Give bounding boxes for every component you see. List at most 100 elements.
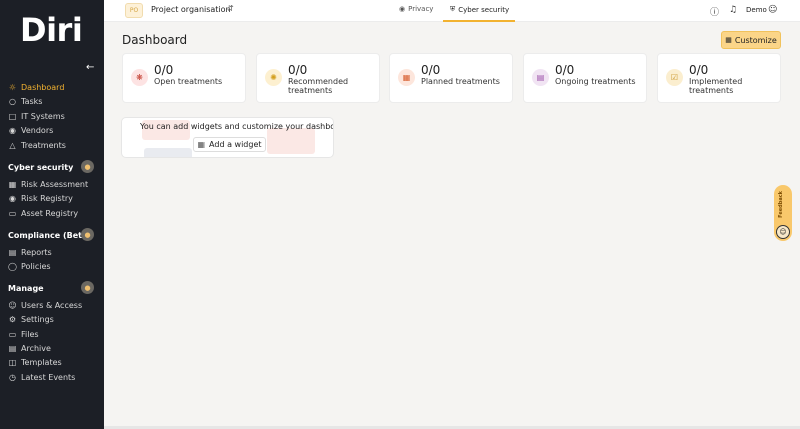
stat-label: Ongoing treatments — [555, 77, 636, 86]
grid-icon: ▦ — [725, 36, 732, 44]
org-avatar: PO — [125, 3, 143, 18]
stat-label: Implemented treatments — [689, 77, 743, 95]
stat-card-planned-treatments[interactable]: ▦ 0/0 Planned treatments — [389, 53, 513, 103]
widget-hint-text: You can add widgets and customize your d… — [140, 122, 334, 131]
stat-card-recommended-treatments[interactable]: ✺ 0/0 Recommended treatments — [256, 53, 380, 103]
users-icon: ☺ — [8, 300, 17, 310]
clock-icon: ◷ — [9, 372, 16, 382]
smiley-icon: ☺ — [776, 225, 790, 239]
folder-icon: ▭ — [8, 329, 17, 339]
stat-value: 0/0 — [154, 63, 174, 77]
sidebar-item-label: Reports — [21, 247, 52, 257]
tab-label: Privacy — [408, 5, 434, 13]
sidebar-item-vendors[interactable]: ◉ Vendors — [8, 123, 53, 137]
stat-value: 0/0 — [555, 63, 575, 77]
top-bar: PO Project organisation ⇵ ◉ Privacy ⛨ Cy… — [104, 0, 800, 22]
customize-button[interactable]: ▦ Customize — [721, 31, 781, 49]
dashboard-icon: ☼ — [8, 82, 17, 92]
section-badge-icon: ● — [81, 228, 94, 241]
collapse-sidebar-icon[interactable]: ← — [86, 62, 94, 73]
widget-add-icon: ▦ — [197, 140, 206, 149]
sidebar-item-label: Templates — [21, 357, 62, 367]
treatments-icon: △ — [9, 140, 16, 150]
placeholder-shape — [267, 128, 315, 154]
chevron-updown-icon[interactable]: ⇵ — [227, 4, 234, 13]
sidebar-item-files[interactable]: ▭ Files — [8, 327, 39, 341]
sidebar-item-label: Treatments — [21, 140, 66, 150]
section-badge-icon: ● — [81, 281, 94, 294]
stat-value: 0/0 — [288, 63, 308, 77]
document-icon: ▤ — [532, 69, 549, 86]
sidebar-item-it-systems[interactable]: □ IT Systems — [8, 109, 65, 123]
alert-icon: ❋ — [131, 69, 148, 86]
stat-card-ongoing-treatments[interactable]: ▤ 0/0 Ongoing treatments — [523, 53, 647, 103]
customize-label: Customize — [734, 35, 777, 45]
sidebar-item-label: Archive — [21, 343, 51, 353]
sidebar-item-label: Dashboard — [21, 82, 65, 92]
org-selector[interactable]: Project organisation — [151, 5, 231, 14]
section-title-compliance: Compliance (Beta) — [8, 231, 92, 240]
tasks-icon: ○ — [9, 96, 16, 106]
template-icon: ◫ — [8, 357, 17, 367]
user-avatar-icon[interactable]: ☺ — [768, 5, 777, 15]
tab-label: Cyber security — [458, 5, 510, 14]
sidebar-item-policies[interactable]: ◯ Policies — [8, 259, 51, 273]
app-logo: Diri — [20, 11, 83, 49]
section-title-cyber-security: Cyber security — [8, 163, 74, 172]
stat-value: 0/0 — [421, 63, 441, 77]
sidebar-item-archive[interactable]: ▤ Archive — [8, 341, 51, 355]
stat-label: Open treatments — [154, 77, 223, 86]
eye-icon: ◉ — [9, 193, 16, 203]
empty-widgets-panel: You can add widgets and customize your d… — [121, 117, 334, 158]
grid-icon: ▦ — [8, 179, 17, 189]
sidebar-item-label: Files — [21, 329, 39, 339]
section-badge-icon: ● — [81, 160, 94, 173]
server-icon: □ — [8, 111, 17, 121]
stat-label: Planned treatments — [421, 77, 500, 86]
sidebar-item-treatments[interactable]: △ Treatments — [8, 138, 66, 152]
stat-card-open-treatments[interactable]: ❋ 0/0 Open treatments — [122, 53, 246, 103]
sidebar-item-risk-assessment[interactable]: ▦ Risk Assessment — [8, 177, 88, 191]
section-title-manage: Manage — [8, 284, 44, 293]
eye-icon: ◉ — [399, 5, 406, 13]
gear-icon: ⚙ — [8, 314, 17, 324]
sidebar-item-label: Settings — [21, 314, 54, 324]
sidebar-item-latest-events[interactable]: ◷ Latest Events — [8, 370, 75, 384]
sidebar-item-label: Risk Assessment — [21, 179, 89, 189]
stat-card-implemented-treatments[interactable]: ☑ 0/0 Implemented treatments — [657, 53, 781, 103]
active-tab-indicator — [443, 20, 515, 22]
sidebar-item-label: Tasks — [21, 96, 43, 106]
sidebar-item-tasks[interactable]: ○ Tasks — [8, 94, 42, 108]
sidebar-item-reports[interactable]: ▤ Reports — [8, 245, 52, 259]
sidebar-item-settings[interactable]: ⚙ Settings — [8, 312, 54, 326]
calendar-icon: ▦ — [398, 69, 415, 86]
sidebar-item-label: Asset Registry — [21, 208, 79, 218]
feedback-label: Feedback — [778, 191, 784, 218]
tab-cyber-security[interactable]: ⛨ Cyber security — [450, 5, 509, 14]
sidebar-item-users-access[interactable]: ☺ Users & Access — [8, 298, 82, 312]
stat-label: Recommended treatments — [288, 77, 349, 95]
sidebar: Diri ← ☼ Dashboard ○ Tasks □ IT Systems … — [0, 0, 104, 429]
sidebar-item-asset-registry[interactable]: ▭ Asset Registry — [8, 206, 78, 220]
help-icon[interactable]: ⓘ — [710, 5, 719, 18]
feedback-tab[interactable]: Feedback ☺ — [774, 185, 792, 241]
globe-icon: ◉ — [9, 125, 16, 135]
add-widget-label: Add a widget — [209, 140, 262, 149]
sidebar-item-risk-registry[interactable]: ◉ Risk Registry — [8, 191, 73, 205]
sidebar-item-label: Latest Events — [21, 372, 76, 382]
placeholder-shape — [144, 148, 192, 157]
tab-privacy[interactable]: ◉ Privacy — [399, 5, 433, 13]
sidebar-item-dashboard[interactable]: ☼ Dashboard — [8, 80, 65, 94]
shield-icon: ⛨ — [450, 5, 456, 13]
policies-icon: ◯ — [8, 261, 17, 271]
reports-icon: ▤ — [8, 247, 17, 257]
checklist-icon: ☑ — [666, 69, 683, 86]
add-widget-button[interactable]: ▦ Add a widget — [193, 137, 266, 152]
stat-value: 0/0 — [689, 63, 709, 77]
user-menu-label[interactable]: Demo — [746, 6, 767, 14]
sidebar-item-label: IT Systems — [21, 111, 65, 121]
sidebar-item-templates[interactable]: ◫ Templates — [8, 355, 62, 369]
lightbulb-icon: ✺ — [265, 69, 282, 86]
bell-icon[interactable]: ♫ — [729, 5, 737, 15]
archive-icon: ▤ — [8, 343, 17, 353]
